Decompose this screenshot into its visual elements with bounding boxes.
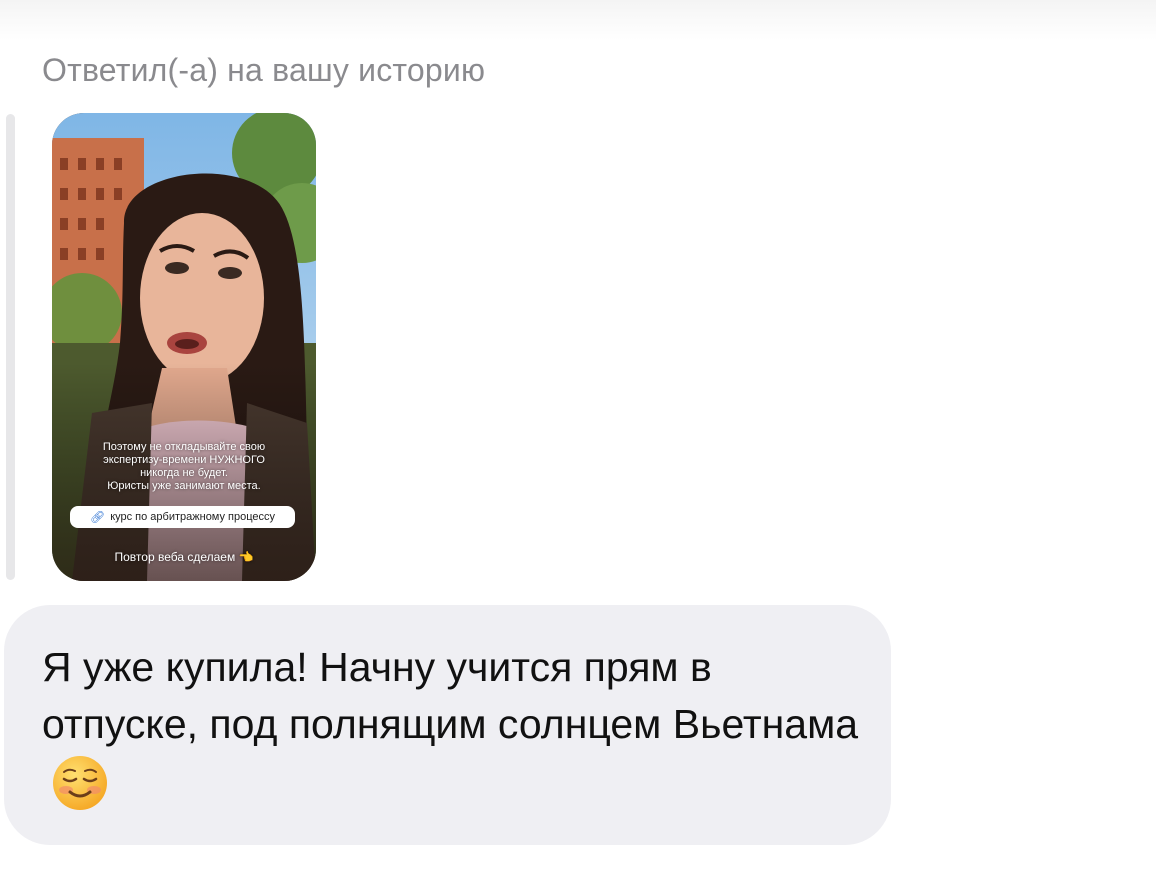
story-link-label: курс по арбитражному процессу bbox=[110, 511, 276, 523]
pointing-hand-icon: 👈 bbox=[235, 550, 254, 564]
story-caption: Повтор веба сделаем 👈 bbox=[52, 550, 316, 564]
top-shadow bbox=[0, 0, 1156, 40]
story-text-line: экспертизу-времени НУЖНОГО bbox=[103, 454, 265, 466]
story-text-line: Поэтому не откладывайте свою bbox=[102, 441, 266, 453]
story-text-line: никогда не будет. bbox=[140, 467, 228, 479]
story-caption-text: Повтор веба сделаем bbox=[114, 550, 236, 564]
story-reply-header: Ответил(-а) на вашу историю bbox=[42, 52, 486, 88]
story-text-line: Юристы уже занимают места. bbox=[107, 480, 261, 492]
reply-indicator-bar bbox=[6, 114, 15, 580]
link-icon: 🔗︎ bbox=[89, 510, 106, 524]
story-thumbnail[interactable]: Поэтому не откладывайте свою экспертизу-… bbox=[52, 113, 316, 581]
message-bubble[interactable]: Я уже купила! Начну учится прям в отпуск… bbox=[4, 605, 891, 845]
smiling-face-icon bbox=[50, 753, 110, 828]
story-overlay-text: Поэтому не откладывайте свою экспертизу-… bbox=[52, 441, 316, 493]
message-text-block: Я уже купила! Начну учится прям в отпуск… bbox=[42, 639, 872, 828]
story-link-sticker[interactable]: 🔗︎ курс по арбитражному процессу bbox=[70, 506, 295, 528]
chat-screen: Ответил(-а) на вашу историю Поэтому не о… bbox=[0, 0, 1156, 874]
message-text: Я уже купила! Начну учится прям в отпуск… bbox=[42, 644, 859, 747]
